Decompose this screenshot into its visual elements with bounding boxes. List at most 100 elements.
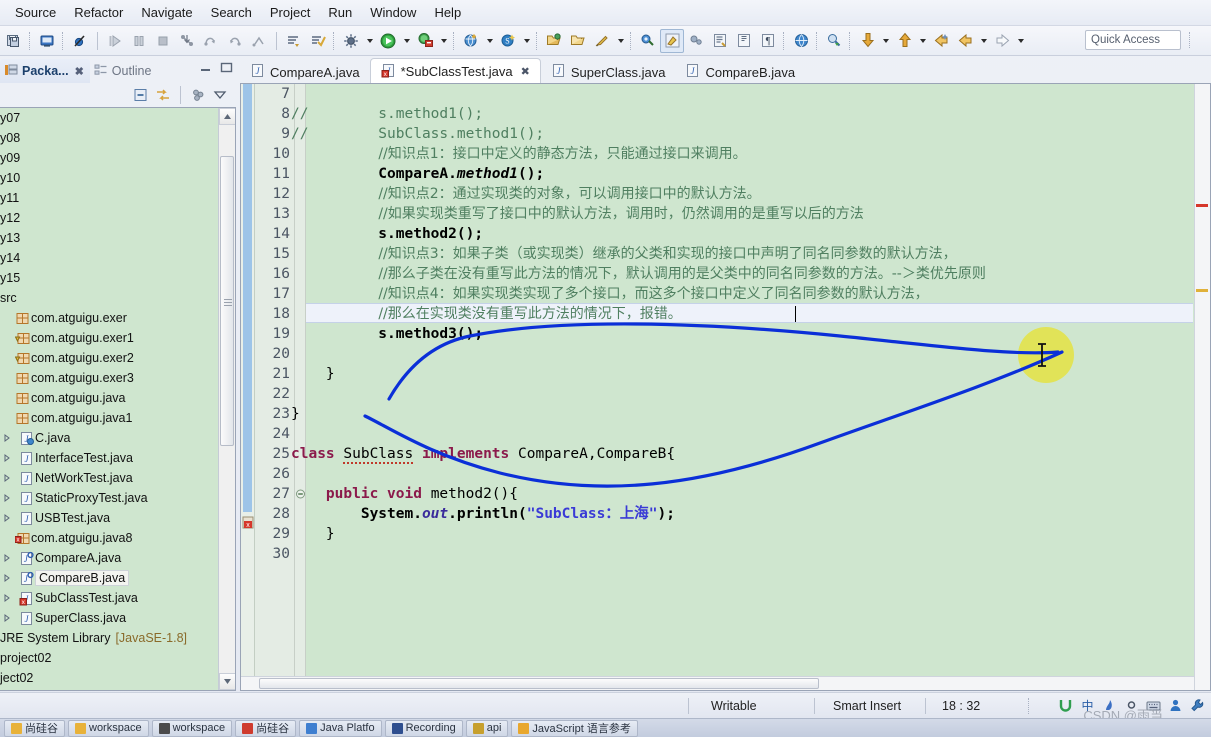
- tree-item[interactable]: ject02: [0, 668, 218, 688]
- scroll-down-arrow[interactable]: [219, 673, 235, 690]
- editor-tab[interactable]: J CompareA.java: [240, 60, 370, 84]
- overview-error-mark[interactable]: [1196, 204, 1208, 207]
- code-line[interactable]: // SubClass.method1();: [291, 124, 1193, 144]
- tree-item[interactable]: com.atguigu.java: [0, 388, 218, 408]
- chevron-right-icon[interactable]: [0, 434, 14, 442]
- tree-item[interactable]: J CompareA.java: [0, 548, 218, 568]
- new-package-dropdown-arrow[interactable]: [520, 29, 533, 53]
- status-grip[interactable]: [1028, 697, 1032, 714]
- java-source-editor[interactable]: x 7 8 9 10 11 12 13 14 15 16 17 18 19 20 21 22 23 24 25 26 2…: [240, 83, 1211, 691]
- tree-item[interactable]: y13: [0, 228, 218, 248]
- code-line[interactable]: s.method3();: [291, 324, 1193, 344]
- code-line[interactable]: System.out.println("SubClass：上海");: [291, 504, 1193, 524]
- overview-warning-mark[interactable]: [1196, 289, 1208, 292]
- taskbar-item[interactable]: workspace: [68, 719, 149, 737]
- taskbar-item[interactable]: Java Platfo: [299, 719, 382, 737]
- keyboard-icon[interactable]: [1144, 696, 1163, 715]
- close-icon[interactable]: ✖: [75, 65, 84, 78]
- tree-item[interactable]: com.atguigu.java1: [0, 408, 218, 428]
- new-java-project-icon[interactable]: [459, 29, 483, 53]
- menu-item-window[interactable]: Window: [361, 2, 425, 24]
- taskbar-item[interactable]: Recording: [384, 719, 463, 737]
- external-tools-dropdown-arrow[interactable]: [437, 29, 450, 53]
- code-line[interactable]: [291, 464, 1193, 484]
- code-line[interactable]: //那么在实现类没有重写此方法的情况下，报错。: [291, 304, 1193, 324]
- tree-item[interactable]: J C.java: [0, 428, 218, 448]
- run-external-tools-icon[interactable]: [413, 29, 437, 53]
- scroll-up-arrow[interactable]: [219, 108, 235, 125]
- open-task-icon[interactable]: [282, 29, 306, 53]
- tree-item[interactable]: J SuperClass.java: [0, 608, 218, 628]
- taskbar-item[interactable]: workspace: [151, 719, 233, 737]
- chevron-right-icon[interactable]: [0, 594, 14, 602]
- code-line[interactable]: [291, 424, 1193, 444]
- code-line[interactable]: class SubClass implements CompareA,Compa…: [291, 444, 1193, 464]
- code-line[interactable]: //知识点2：通过实现类的对象，可以调用接口中的默认方法。: [291, 184, 1193, 204]
- prev-edit-dropdown-arrow[interactable]: [879, 29, 892, 53]
- close-icon[interactable]: ✖: [521, 65, 530, 78]
- open-web-browser-icon[interactable]: [789, 29, 813, 53]
- previous-edit-location-icon[interactable]: [855, 29, 879, 53]
- tree-item[interactable]: y14: [0, 248, 218, 268]
- code-text-area[interactable]: // s.method1();// SubClass.method1(); //…: [291, 84, 1193, 690]
- tree-item[interactable]: com.atguigu.exer3: [0, 368, 218, 388]
- taskbar-item[interactable]: JavaScript 语言参考: [511, 719, 638, 737]
- tree-item[interactable]: com.atguigu.exer2: [0, 348, 218, 368]
- tree-item[interactable]: JRE System Library [JavaSE-1.8]: [0, 628, 218, 648]
- tree-item[interactable]: J NetWorkTest.java: [0, 468, 218, 488]
- collapse-all-icon[interactable]: [131, 85, 151, 105]
- skip-all-breakpoints-icon[interactable]: [68, 29, 92, 53]
- package-explorer-tree[interactable]: y07 y08 y09 y10 y11 y12 y13 y14 y15 src com.atguig…: [0, 107, 236, 691]
- code-line[interactable]: //知识点3：如果子类（或实现类）继承的父类和实现的接口中声明了同名同参数的默认…: [291, 244, 1193, 264]
- tree-item[interactable]: J CompareB.java: [0, 568, 218, 588]
- editor-hscroll-thumb[interactable]: [259, 678, 819, 689]
- back-dropdown-arrow[interactable]: [977, 29, 990, 53]
- tree-item[interactable]: y08: [0, 128, 218, 148]
- next-edit-location-icon[interactable]: [892, 29, 916, 53]
- save-all-icon[interactable]: [2, 29, 26, 53]
- taskbar-item[interactable]: 尚硅谷: [4, 719, 65, 737]
- new-task-icon[interactable]: [306, 29, 330, 53]
- tree-item[interactable]: y11: [0, 188, 218, 208]
- taskbar-item[interactable]: 尚硅谷: [235, 719, 297, 737]
- editor-tab[interactable]: J SuperClass.java: [541, 60, 676, 84]
- editor-vertical-scrollbar[interactable]: [1194, 84, 1210, 690]
- chevron-right-icon[interactable]: [0, 494, 14, 502]
- tree-item[interactable]: y15: [0, 268, 218, 288]
- editor-horizontal-scrollbar[interactable]: [241, 676, 1194, 690]
- code-line[interactable]: }: [291, 364, 1193, 384]
- chevron-right-icon[interactable]: [0, 514, 14, 522]
- tree-item[interactable]: y09: [0, 148, 218, 168]
- chevron-right-icon[interactable]: [0, 454, 14, 462]
- back-icon[interactable]: [953, 29, 977, 53]
- marker-gutter[interactable]: x: [241, 84, 255, 690]
- code-line[interactable]: [291, 544, 1193, 564]
- tree-item[interactable]: y10: [0, 168, 218, 188]
- tree-item[interactable]: com.atguigu.exer1: [0, 328, 218, 348]
- menu-item-source[interactable]: Source: [6, 2, 65, 24]
- code-line[interactable]: s.method2();: [291, 224, 1193, 244]
- open-resource-icon[interactable]: [566, 29, 590, 53]
- tree-item[interactable]: project02: [0, 648, 218, 668]
- view-filters-icon[interactable]: [188, 85, 208, 105]
- tree-item[interactable]: J USBTest.java: [0, 508, 218, 528]
- editor-tab[interactable]: Jx *SubClassTest.java ✖: [369, 58, 541, 84]
- link-with-editor-icon[interactable]: [153, 85, 173, 105]
- code-line[interactable]: }: [291, 404, 1193, 424]
- code-line[interactable]: //如果实现类重写了接口中的默认方法，调用时，仍然调用的是重写以后的方法: [291, 204, 1193, 224]
- menu-item-navigate[interactable]: Navigate: [132, 2, 201, 24]
- tree-item[interactable]: y07: [0, 108, 218, 128]
- debug-icon[interactable]: [339, 29, 363, 53]
- code-line[interactable]: }: [291, 524, 1193, 544]
- view-menu-icon[interactable]: [210, 85, 230, 105]
- pen-icon[interactable]: [1100, 696, 1119, 715]
- chevron-right-icon[interactable]: [0, 474, 14, 482]
- back-history-icon[interactable]: [929, 29, 953, 53]
- wrench-icon[interactable]: [1188, 696, 1207, 715]
- sogou-ime-icon[interactable]: [1056, 696, 1075, 715]
- search-references-icon[interactable]: [822, 29, 846, 53]
- menu-item-help[interactable]: Help: [425, 2, 470, 24]
- forward-icon[interactable]: [990, 29, 1014, 53]
- circle-icon[interactable]: [1122, 696, 1141, 715]
- new-package-icon[interactable]: S: [496, 29, 520, 53]
